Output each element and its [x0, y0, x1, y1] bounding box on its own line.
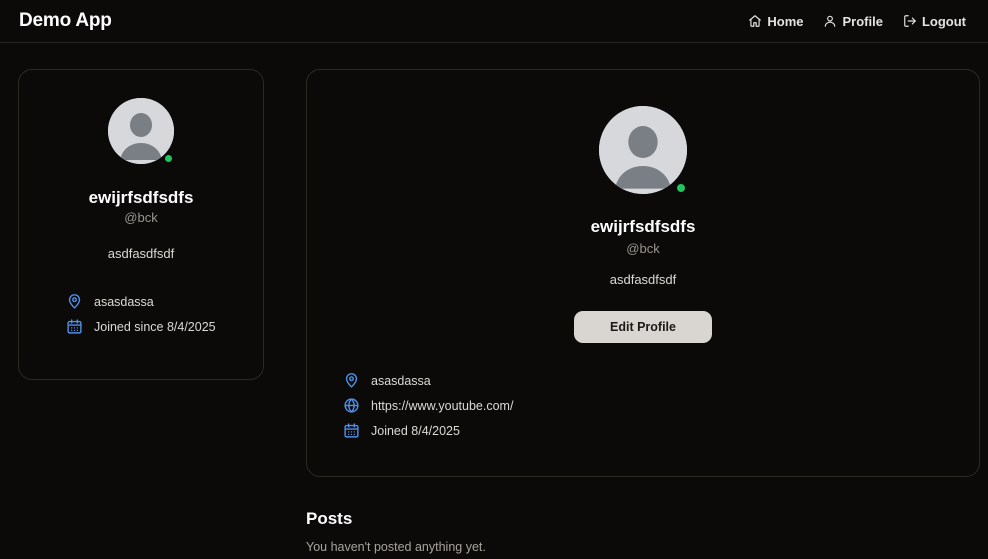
main-profile-card: ewijrfsdfsdfs @bck asdfasdfsdf Edit Prof…: [306, 69, 980, 477]
main-avatar-wrap: [599, 106, 687, 194]
calendar-icon: [344, 423, 359, 438]
globe-icon: [344, 398, 359, 413]
online-status-dot: [163, 153, 174, 164]
app-brand[interactable]: Demo App: [19, 10, 112, 32]
profile-bio: asdfasdfsdf: [107, 246, 175, 261]
profile-bio: asdfasdfsdf: [609, 272, 677, 287]
nav-home-link[interactable]: Home: [748, 14, 803, 29]
nav-links: Home Profile Logout: [748, 14, 966, 29]
home-icon: [749, 15, 762, 27]
profile-name: ewijrfsdfsdfs: [590, 217, 696, 236]
location-row: asasdassa: [343, 372, 431, 389]
default-avatar-icon: [599, 106, 687, 194]
side-profile-card: ewijrfsdfsdfs @bck asdfasdfsdf asasdassa…: [18, 69, 264, 380]
calendar-icon: [67, 319, 82, 334]
posts-heading: Posts: [306, 509, 353, 528]
user-icon: [825, 15, 836, 27]
profile-handle: @bck: [626, 241, 660, 256]
location-row: asasdassa: [66, 293, 154, 310]
location-text: asasdassa: [371, 373, 431, 388]
nav-logout-label: Logout: [921, 13, 966, 29]
nav-home-label: Home: [767, 13, 804, 29]
joined-text: Joined since 8/4/2025: [94, 319, 216, 334]
website-row: https://www.youtube.com/: [343, 397, 513, 414]
online-status-dot: [675, 182, 687, 194]
logout-icon: [904, 15, 916, 27]
map-pin-icon: [345, 373, 358, 388]
website-link[interactable]: https://www.youtube.com/: [371, 399, 513, 413]
top-navbar: Demo App Home Profile Logout: [0, 0, 988, 43]
nav-profile-link[interactable]: Profile: [823, 13, 883, 29]
edit-profile-button[interactable]: Edit Profile: [574, 311, 712, 343]
posts-empty-message: You haven't posted anything yet.: [306, 540, 486, 554]
nav-logout-link[interactable]: Logout: [903, 14, 966, 29]
profile-name: ewijrfsdfsdfs: [88, 188, 194, 207]
avatar: [599, 106, 687, 194]
joined-row: Joined since 8/4/2025: [66, 318, 216, 335]
nav-profile-label: Profile: [842, 13, 883, 29]
joined-text: Joined 8/4/2025: [371, 423, 460, 438]
location-text: asasdassa: [94, 294, 154, 309]
profile-handle: @bck: [124, 210, 158, 225]
map-pin-icon: [68, 294, 81, 309]
joined-row: Joined 8/4/2025: [343, 422, 460, 439]
side-avatar-wrap: [108, 98, 174, 164]
